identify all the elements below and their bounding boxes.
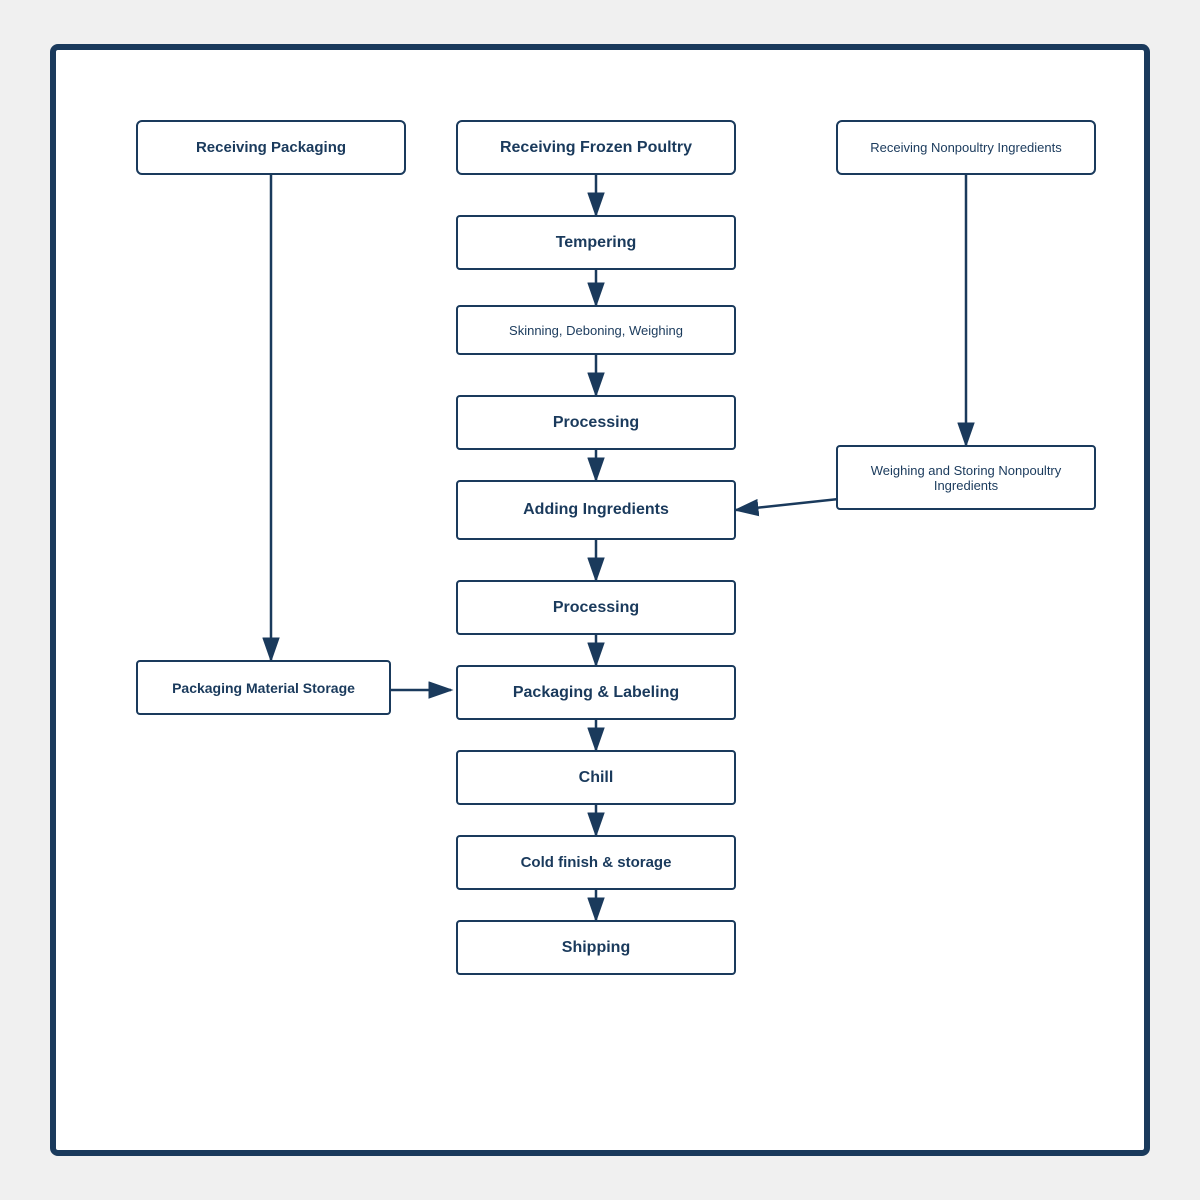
- processing1-box: Processing: [456, 395, 736, 450]
- packaging-labeling-box: Packaging & Labeling: [456, 665, 736, 720]
- receiving-nonpoultry-box: Receiving Nonpoultry Ingredients: [836, 120, 1096, 175]
- receiving-frozen-poultry-box: Receiving Frozen Poultry: [456, 120, 736, 175]
- packaging-material-storage-box: Packaging Material Storage: [136, 660, 391, 715]
- cold-finish-box: Cold finish & storage: [456, 835, 736, 890]
- adding-ingredients-box: Adding Ingredients: [456, 480, 736, 540]
- receiving-packaging-box: Receiving Packaging: [136, 120, 406, 175]
- flow-diagram: Receiving Packaging Packaging Material S…: [96, 90, 1104, 1110]
- weighing-storing-box: Weighing and Storing Nonpoultry Ingredie…: [836, 445, 1096, 510]
- diagram-container: Receiving Packaging Packaging Material S…: [50, 44, 1150, 1156]
- skinning-box: Skinning, Deboning, Weighing: [456, 305, 736, 355]
- tempering-box: Tempering: [456, 215, 736, 270]
- shipping-box: Shipping: [456, 920, 736, 975]
- chill-box: Chill: [456, 750, 736, 805]
- processing2-box: Processing: [456, 580, 736, 635]
